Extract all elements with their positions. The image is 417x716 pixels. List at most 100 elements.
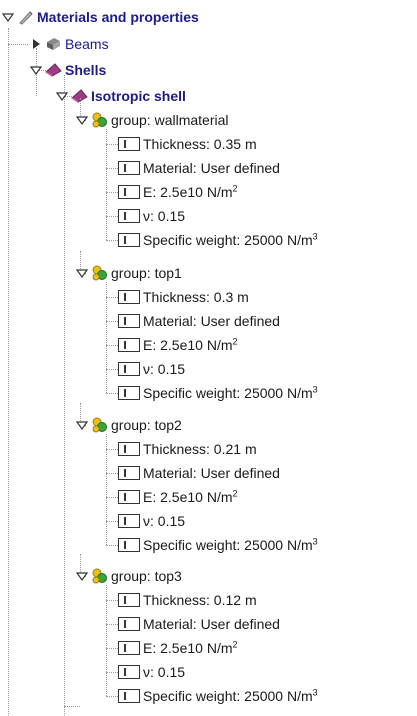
property-icon (118, 161, 140, 175)
property-label: Specific weight: 25000 N/m3 (143, 383, 318, 403)
property-label: E: 2.5e10 N/m2 (143, 335, 238, 355)
tree-node-beams[interactable]: Beams (30, 34, 109, 54)
tree-leaf-property[interactable]: Specific weight: 25000 N/m3 (118, 686, 318, 706)
tree-leaf-property[interactable]: E: 2.5e10 N/m2 (118, 487, 238, 507)
tree-connector-line (106, 345, 118, 346)
tree-connector-line (106, 369, 118, 370)
property-icon (118, 665, 140, 679)
label-text: group: top3 (111, 568, 182, 584)
tree-leaf-property[interactable]: E: 2.5e10 N/m2 (118, 335, 238, 355)
property-label: E: 2.5e10 N/m2 (143, 487, 238, 507)
label-text: group: top2 (111, 417, 182, 433)
tree-leaf-property[interactable]: Material: User defined (118, 463, 280, 483)
property-icon (118, 386, 140, 400)
label-text: Thickness: 0.35 m (143, 136, 257, 152)
tree-connector-line (106, 600, 118, 601)
tree-leaf-property[interactable]: Material: User defined (118, 311, 280, 331)
label-text: Specific weight: 25000 N/m (143, 232, 313, 248)
tree-leaf-property[interactable]: ν: 0.15 (118, 359, 185, 379)
unit-exponent: 2 (232, 488, 238, 499)
label-text: E: 2.5e10 N/m (143, 184, 233, 200)
tree-leaf-property[interactable]: ν: 0.15 (118, 511, 185, 531)
property-label: Thickness: 0.21 m (143, 439, 257, 459)
unit-exponent: 2 (232, 639, 238, 650)
label-text: Thickness: 0.3 m (143, 289, 249, 305)
beams-label: Beams (65, 34, 109, 54)
label-text: group: wallmaterial (111, 112, 229, 128)
label-text: E: 2.5e10 N/m (143, 640, 233, 656)
unit-exponent: 3 (312, 536, 318, 547)
tree-leaf-property[interactable]: Thickness: 0.21 m (118, 439, 257, 459)
unit-exponent: 3 (312, 231, 318, 242)
property-label: ν: 0.15 (143, 206, 185, 226)
expand-toggle-icon[interactable] (2, 11, 14, 23)
group-icon (91, 112, 108, 128)
property-label: Thickness: 0.12 m (143, 590, 257, 610)
property-icon (118, 290, 140, 304)
expand-toggle-icon[interactable] (76, 419, 88, 431)
property-label: E: 2.5e10 N/m2 (143, 182, 238, 202)
expand-toggle-icon[interactable] (76, 570, 88, 582)
tree-leaf-property[interactable]: Material: User defined (118, 614, 280, 634)
property-icon (118, 466, 140, 480)
label-text: Materials and properties (37, 9, 199, 25)
label-text: group: top1 (111, 265, 182, 281)
property-label: Material: User defined (143, 158, 280, 178)
label-text: Shells (65, 62, 107, 78)
expand-toggle-icon[interactable] (76, 114, 88, 126)
tree-node-shells[interactable]: Shells (30, 60, 106, 80)
tree-leaf-property[interactable]: Thickness: 0.35 m (118, 134, 257, 154)
tree-leaf-property[interactable]: E: 2.5e10 N/m2 (118, 638, 238, 658)
tree-leaf-property[interactable]: Material: User defined (118, 158, 280, 178)
tree-leaf-property[interactable]: Thickness: 0.3 m (118, 287, 249, 307)
shells-label: Shells (65, 60, 106, 80)
label-text: Material: User defined (143, 160, 280, 176)
property-label: Thickness: 0.35 m (143, 134, 257, 154)
label-text: Isotropic shell (91, 88, 186, 104)
collapse-toggle-icon[interactable] (30, 38, 42, 50)
property-icon (118, 617, 140, 631)
tree-connector-line (106, 449, 118, 450)
tree-node-group-1[interactable]: group: wallmaterial (76, 110, 229, 130)
label-text: Material: User defined (143, 465, 280, 481)
property-icon (118, 689, 140, 703)
label-text: Beams (65, 36, 109, 52)
tree-leaf-property[interactable]: ν: 0.15 (118, 206, 185, 226)
property-icon (118, 338, 140, 352)
label-text: ν: 0.15 (143, 208, 186, 224)
expand-toggle-icon[interactable] (30, 64, 42, 76)
tree-connector-line (106, 497, 118, 498)
label-text: Material: User defined (143, 313, 280, 329)
tree-connector-line (106, 321, 118, 322)
tree-leaf-property[interactable]: Specific weight: 25000 N/m3 (118, 230, 318, 250)
unit-exponent: 3 (312, 687, 318, 698)
isotropic-shell-label: Isotropic shell (91, 86, 186, 106)
property-label: Thickness: 0.3 m (143, 287, 249, 307)
label-text: ν: 0.15 (143, 361, 186, 377)
expand-toggle-icon[interactable] (76, 267, 88, 279)
group-label: group: top1 (111, 263, 182, 283)
group-icon (91, 265, 108, 281)
tree-leaf-property[interactable]: ν: 0.15 (118, 662, 185, 682)
property-icon (118, 362, 140, 376)
tree-node-group-4[interactable]: group: top3 (76, 566, 182, 586)
tree-leaf-property[interactable]: E: 2.5e10 N/m2 (118, 182, 238, 202)
property-label: Material: User defined (143, 311, 280, 331)
expand-toggle-icon[interactable] (56, 90, 68, 102)
tree-node-materials-and-properties[interactable]: Materials and properties (2, 7, 199, 27)
property-label: E: 2.5e10 N/m2 (143, 638, 238, 658)
tree-connector-line (8, 28, 9, 716)
tree-leaf-property[interactable]: Thickness: 0.12 m (118, 590, 257, 610)
tree-node-group-3[interactable]: group: top2 (76, 415, 182, 435)
tree-node-isotropic-shell[interactable]: Isotropic shell (56, 86, 186, 106)
root-label: Materials and properties (37, 7, 199, 27)
tree-leaf-property[interactable]: Specific weight: 25000 N/m3 (118, 383, 318, 403)
property-label: Specific weight: 25000 N/m3 (143, 686, 318, 706)
property-label: ν: 0.15 (143, 662, 185, 682)
pen-icon (17, 9, 34, 25)
property-icon (118, 593, 140, 607)
tree-node-group-2[interactable]: group: top1 (76, 263, 182, 283)
shell-icon (45, 62, 62, 78)
tree-leaf-property[interactable]: Specific weight: 25000 N/m3 (118, 535, 318, 555)
tree-connector-line (106, 585, 107, 696)
